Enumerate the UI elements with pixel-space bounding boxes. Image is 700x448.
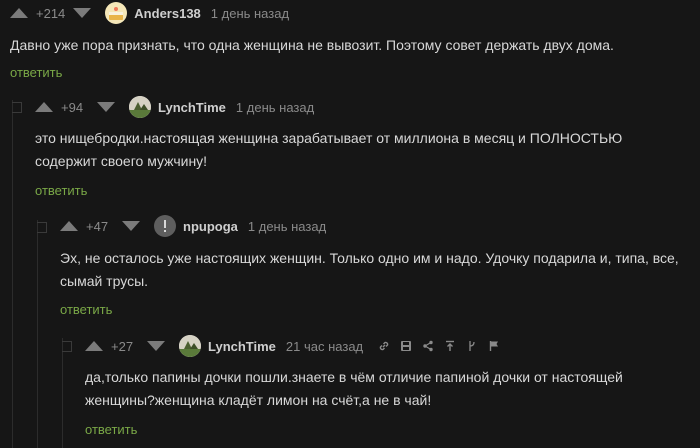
comment-rating: +27 xyxy=(111,338,134,354)
cake-avatar-icon xyxy=(109,7,124,20)
thread-branch-line xyxy=(12,100,13,448)
upvote-icon[interactable] xyxy=(60,221,78,231)
report-flag-icon[interactable] xyxy=(483,337,505,355)
comment-toolbar xyxy=(373,337,505,355)
comment-text: Давно уже пора признать, что одна женщин… xyxy=(10,37,614,53)
comment-rating: +94 xyxy=(61,99,84,115)
comment-text: это нищебродки.настоящая женщина зарабат… xyxy=(35,130,623,169)
comment-time[interactable]: 21 час назад xyxy=(286,339,363,354)
reply-link[interactable]: ответить xyxy=(10,65,62,80)
downvote-icon[interactable] xyxy=(122,221,140,231)
comment-time[interactable]: 1 день назад xyxy=(248,219,326,234)
go-to-parent-icon[interactable] xyxy=(439,337,461,355)
thread-branch-line xyxy=(37,220,38,448)
collapse-thread-toggle[interactable] xyxy=(62,341,72,352)
upvote-icon[interactable] xyxy=(10,8,28,18)
upvote-icon[interactable] xyxy=(85,341,103,351)
vote-controls: +94 xyxy=(35,100,115,115)
scenery-avatar-icon xyxy=(179,335,201,357)
save-icon[interactable] xyxy=(395,337,417,355)
username[interactable]: Anders138 xyxy=(134,6,200,21)
collapse-thread-toggle[interactable] xyxy=(12,102,22,113)
comment-text: да,только папины дочки пошли.знаете в чё… xyxy=(85,369,623,408)
avatar[interactable] xyxy=(154,215,176,237)
link-icon[interactable] xyxy=(373,337,395,355)
collapse-thread-toggle[interactable] xyxy=(37,222,47,233)
default-avatar-icon xyxy=(164,220,166,232)
downvote-icon[interactable] xyxy=(147,341,165,351)
comment-text: Эх, не осталось уже настоящих женщин. То… xyxy=(60,250,679,289)
avatar[interactable] xyxy=(105,2,128,24)
reply-link[interactable]: ответить xyxy=(35,183,87,198)
downvote-icon[interactable] xyxy=(73,8,92,18)
thread-branch-line xyxy=(62,338,63,448)
avatar[interactable] xyxy=(129,96,151,118)
comment-rating: +47 xyxy=(86,218,109,234)
comment-time[interactable]: 1 день назад xyxy=(236,100,314,115)
upvote-icon[interactable] xyxy=(35,102,53,112)
downvote-icon[interactable] xyxy=(97,102,115,112)
scenery-avatar-icon xyxy=(129,96,151,118)
vote-controls: +214 xyxy=(10,5,92,21)
username[interactable]: LynchTime xyxy=(208,339,276,354)
comment-rating: +214 xyxy=(36,5,66,21)
vote-controls: +47 xyxy=(60,219,140,234)
thread-branch-icon[interactable] xyxy=(461,337,483,355)
avatar[interactable] xyxy=(179,335,201,357)
share-icon[interactable] xyxy=(417,337,439,355)
reply-link[interactable]: ответить xyxy=(85,422,137,437)
reply-link[interactable]: ответить xyxy=(60,302,112,317)
username[interactable]: npupoga xyxy=(183,219,238,234)
vote-controls: +27 xyxy=(85,339,165,354)
username[interactable]: LynchTime xyxy=(158,100,226,115)
comment-time[interactable]: 1 день назад xyxy=(211,6,289,21)
